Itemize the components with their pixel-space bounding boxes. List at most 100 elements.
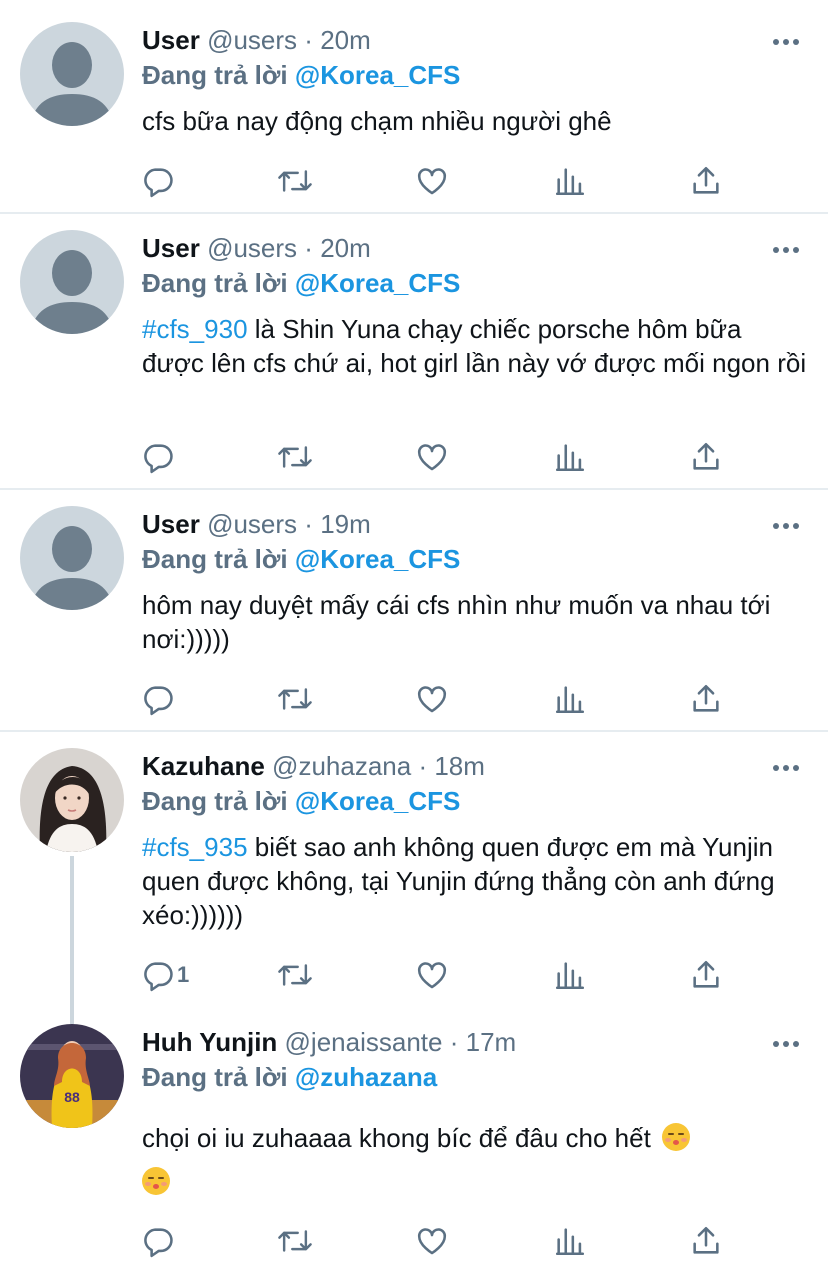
share-icon [693,442,719,470]
reply-icon [144,962,173,992]
retweet-button[interactable] [276,435,332,479]
timestamp[interactable]: 17m [466,1027,517,1057]
heart-icon [417,444,447,471]
like-button[interactable] [414,677,470,721]
tweet-header: User @users · 19m [142,504,371,544]
like-button[interactable] [414,1219,470,1263]
replying-to-label: Đang trả lời [142,60,288,90]
reply-icon [144,686,173,716]
reply-icon [144,444,173,474]
reply-mention-link[interactable]: @Korea_CFS [295,786,461,816]
share-icon [693,1226,719,1254]
replying-to: Đang trả lời @Korea_CFS [142,783,460,819]
kissing-face-emoji [662,1123,691,1151]
timestamp[interactable]: 18m [434,751,485,781]
replying-to-label: Đang trả lời [142,544,288,574]
profile-photo-icon [20,748,124,852]
reply-mention-link[interactable]: @Korea_CFS [295,268,461,298]
tweet[interactable]: Kazuhane @zuhazana · 18m Đang trả lời @K… [0,732,828,1006]
share-button[interactable] [688,677,744,721]
avatar[interactable] [20,748,124,852]
analytics-button[interactable] [553,435,609,479]
reply-count: 1 [177,962,190,987]
tweet-body: cfs bữa nay động chạm nhiều người ghê [142,106,612,136]
more-icon[interactable] [770,1034,802,1054]
avatar[interactable]: 88 [20,1024,124,1128]
reply-button[interactable] [141,677,197,721]
tweet-header: Huh Yunjin @jenaissante · 17m [142,1022,516,1062]
reply-icon [144,1228,173,1258]
share-button[interactable] [688,159,744,203]
user-handle[interactable]: @users [207,509,297,539]
tweet[interactable]: User @users · 19m Đang trả lời @Korea_CF… [0,490,828,730]
analytics-icon [555,168,585,196]
analytics-button[interactable] [553,677,609,721]
heart-icon [417,1228,447,1255]
like-button[interactable] [414,159,470,203]
analytics-button[interactable] [553,953,609,997]
tweet[interactable]: User @users · 20m Đang trả lời @Korea_CF… [0,214,828,488]
avatar[interactable] [20,230,124,334]
tweet-text: #cfs_935 biết sao anh không quen được em… [142,830,808,932]
retweet-icon [278,964,312,986]
tweet-body: chọi oi iu zuhaaaa khong bíc để đâu cho … [142,1123,651,1153]
share-button[interactable] [688,953,744,997]
reply-button[interactable] [141,435,197,479]
replying-to-label: Đang trả lời [142,268,288,298]
timestamp[interactable]: 19m [320,509,371,539]
more-icon[interactable] [770,32,802,52]
hashtag-link[interactable]: #cfs_935 [142,832,248,862]
retweet-button[interactable] [276,1219,332,1263]
reply-button[interactable] [141,159,197,203]
user-handle[interactable]: @jenaissante [285,1027,443,1057]
analytics-button[interactable] [553,1219,609,1263]
display-name[interactable]: User [142,25,200,55]
retweet-button[interactable] [276,159,332,203]
tweet-text: #cfs_930 là Shin Yuna chạy chiếc porsche… [142,312,808,380]
default-profile-icon [30,42,114,126]
reply-button[interactable] [141,1219,197,1263]
hashtag-link[interactable]: #cfs_930 [142,314,248,344]
tweet-text: cfs bữa nay động chạm nhiều người ghê [142,104,808,138]
avatar[interactable] [20,506,124,610]
user-handle[interactable]: @users [207,233,297,263]
reply-button[interactable]: 1 [141,953,197,997]
tweet[interactable]: 88 Huh Yunjin @jenaissante · 17m Đang tr… [0,1008,828,1272]
replying-to-label: Đang trả lời [142,786,288,816]
avatar[interactable] [20,22,124,126]
retweet-button[interactable] [276,677,332,721]
retweet-icon [278,1230,312,1252]
tweet[interactable]: User @users · 20m Đang trả lời @Korea_CF… [0,0,828,212]
more-icon[interactable] [770,240,802,260]
like-button[interactable] [414,953,470,997]
more-icon[interactable] [770,516,802,536]
tweet-body: hôm nay duyệt mấy cái cfs nhìn như muốn … [142,590,771,654]
display-name[interactable]: User [142,233,200,263]
reply-mention-link[interactable]: @Korea_CFS [295,60,461,90]
analytics-icon [555,444,585,472]
retweet-icon [278,688,312,710]
heart-icon [417,962,447,989]
display-name[interactable]: User [142,509,200,539]
share-button[interactable] [688,1219,744,1263]
like-button[interactable] [414,435,470,479]
reply-mention-link[interactable]: @zuhazana [295,1062,437,1092]
retweet-icon [278,446,312,468]
user-handle[interactable]: @users [207,25,297,55]
display-name[interactable]: Kazuhane [142,751,265,781]
replying-to: Đang trả lời @Korea_CFS [142,265,460,301]
reply-mention-link[interactable]: @Korea_CFS [295,544,461,574]
timestamp[interactable]: 20m [320,233,371,263]
analytics-icon [555,962,585,990]
analytics-button[interactable] [553,159,609,203]
replying-to: Đang trả lời @Korea_CFS [142,57,460,93]
retweet-button[interactable] [276,953,332,997]
share-button[interactable] [688,435,744,479]
more-icon[interactable] [770,758,802,778]
separator-dot: · [418,751,428,781]
timestamp[interactable]: 20m [320,25,371,55]
separator-dot: · [304,509,313,539]
replying-to-label: Đang trả lời [142,1062,288,1092]
user-handle[interactable]: @zuhazana [272,751,411,781]
display-name[interactable]: Huh Yunjin [142,1027,277,1057]
